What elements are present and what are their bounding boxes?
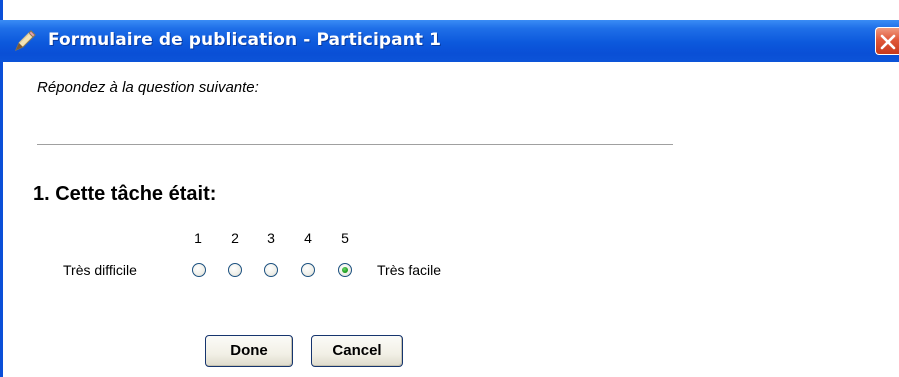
pencil-icon (12, 28, 38, 54)
question-heading: 1. Cette tâche était: (33, 183, 217, 205)
rating-radio-4[interactable] (301, 263, 315, 277)
divider (37, 144, 673, 145)
close-button[interactable] (875, 27, 899, 55)
dialog-window: Formulaire de publication - Participant … (0, 0, 899, 377)
scale-number-4: 4 (304, 230, 312, 246)
scale-min-label: Très difficile (63, 262, 137, 278)
cancel-button[interactable]: Cancel (311, 335, 403, 367)
window-title: Formulaire de publication - Participant … (48, 30, 442, 50)
radio-selected-dot (342, 267, 348, 273)
question-prompt: Répondez à la question suivante: (37, 79, 259, 96)
scale-number-5: 5 (341, 230, 349, 246)
scale-number-2: 2 (231, 230, 239, 246)
done-button[interactable]: Done (205, 335, 293, 367)
rating-radio-3[interactable] (264, 263, 278, 277)
scale-number-1: 1 (194, 230, 202, 246)
rating-radio-1[interactable] (192, 263, 206, 277)
rating-radio-2[interactable] (228, 263, 242, 277)
title-bar[interactable]: Formulaire de publication - Participant … (0, 20, 899, 62)
scale-number-3: 3 (267, 230, 275, 246)
scale-max-label: Très facile (377, 262, 442, 278)
rating-radio-5[interactable] (338, 263, 352, 277)
